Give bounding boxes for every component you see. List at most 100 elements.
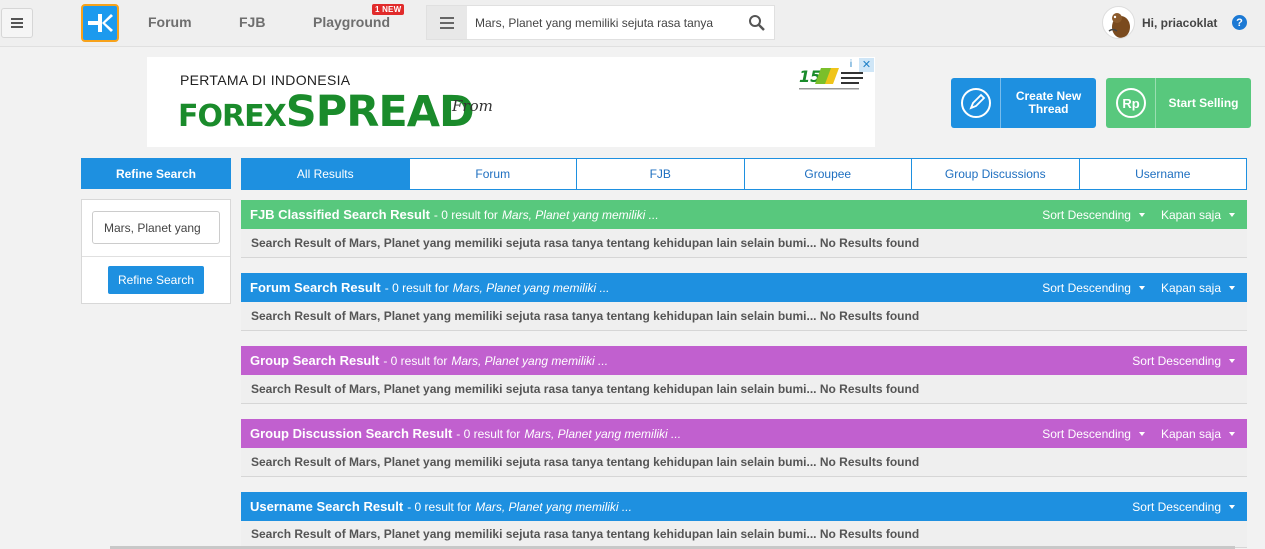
result-title[interactable]: Forum Search Result <box>250 280 381 295</box>
ad-title: FOREXSPREAD <box>178 87 475 137</box>
caret-down-icon <box>1138 212 1145 217</box>
result-count: - 0 result for <box>383 353 448 368</box>
result-title[interactable]: Group Discussion Search Result <box>250 426 452 441</box>
forum-result-section: Forum Search Result - 0 result for Mars,… <box>241 273 1247 331</box>
search-category-button[interactable] <box>427 6 467 39</box>
refine-search-input[interactable] <box>92 211 220 244</box>
result-body: Search Result of Mars, Planet yang memil… <box>241 375 1247 404</box>
rupiah-icon-cell: Rp <box>1106 78 1156 128</box>
search-icon[interactable] <box>748 14 766 32</box>
result-header: Forum Search Result - 0 result for Mars,… <box>241 273 1247 302</box>
create-thread-label: Create New Thread <box>1015 89 1082 116</box>
tab-username[interactable]: Username <box>1079 158 1247 190</box>
result-count: - 0 result for <box>456 426 521 441</box>
list-icon <box>440 16 454 29</box>
tab-all-results[interactable]: All Results <box>241 158 410 190</box>
sort-dropdown[interactable]: Sort Descending <box>1132 354 1235 368</box>
tab-group-discussions[interactable]: Group Discussions <box>912 158 1080 190</box>
result-body: Search Result of Mars, Planet yang memil… <box>241 302 1247 331</box>
start-selling-button[interactable]: Rp Start Selling <box>1106 78 1251 128</box>
avatar-image-icon <box>1108 13 1130 38</box>
result-query: Mars, Planet yang memiliki ... <box>451 353 609 368</box>
sort-controls: Sort Descending Kapan saja <box>1042 273 1235 302</box>
tab-fjb[interactable]: FJB <box>577 158 745 190</box>
sort-dropdown[interactable]: Sort Descending <box>1042 208 1145 222</box>
create-new-thread-button[interactable]: Create New Thread <box>951 78 1096 128</box>
sort-controls: Sort Descending Kapan saja <box>1042 419 1235 448</box>
result-count: - 0 result for <box>433 207 498 222</box>
new-badge: 1 NEW <box>372 4 405 15</box>
result-header: Username Search Result - 0 result for Ma… <box>241 492 1247 521</box>
rupiah-icon-text: Rp <box>1122 96 1139 111</box>
k-logo-icon <box>88 14 113 32</box>
pencil-icon-cell <box>951 78 1001 128</box>
nav-fjb-link[interactable]: FJB <box>239 14 265 30</box>
start-selling-label: Start Selling <box>1168 95 1239 110</box>
user-greeting[interactable]: Hi, priacoklat <box>1142 16 1217 30</box>
ad-close-icon[interactable]: ✕ <box>859 58 874 72</box>
ad-from-text: From <box>452 97 493 115</box>
help-icon[interactable]: ? <box>1232 15 1247 30</box>
rupiah-icon: Rp <box>1115 88 1146 118</box>
sort-label: Sort Descending <box>1042 280 1131 295</box>
result-count: - 0 result for <box>384 280 449 295</box>
refine-search-header: Refine Search <box>81 158 231 189</box>
time-label: Kapan saja <box>1160 207 1221 222</box>
sort-controls: Sort Descending <box>1132 346 1235 375</box>
sort-controls: Sort Descending <box>1132 492 1235 521</box>
top-navbar: Forum FJB Playground 1 NEW Hi, priacokla… <box>0 0 1265 47</box>
ad-info-icon[interactable]: i <box>844 58 858 72</box>
result-query: Mars, Planet yang memiliki ... <box>524 426 682 441</box>
sort-label: Sort Descending <box>1132 353 1221 368</box>
result-title[interactable]: Username Search Result <box>250 499 403 514</box>
sort-label: Sort Descending <box>1132 499 1221 514</box>
advertisement-banner[interactable]: PERTAMA DI INDONESIA FOREXSPREAD From 15… <box>147 57 875 147</box>
result-count: - 0 result for <box>407 499 472 514</box>
divider <box>82 256 230 257</box>
sort-controls: Sort Descending Kapan saja <box>1042 200 1235 229</box>
caret-down-icon <box>1229 285 1235 290</box>
result-title[interactable]: FJB Classified Search Result <box>250 207 430 222</box>
caret-down-icon <box>1138 431 1145 436</box>
result-body: Search Result of Mars, Planet yang memil… <box>241 521 1247 548</box>
result-body: Search Result of Mars, Planet yang memil… <box>241 229 1247 258</box>
refine-search-button[interactable]: Refine Search <box>108 266 204 294</box>
ad-headline: PERTAMA DI INDONESIA <box>180 72 351 88</box>
tab-groupee[interactable]: Groupee <box>744 158 912 190</box>
result-body: Search Result of Mars, Planet yang memil… <box>241 448 1247 477</box>
user-avatar[interactable] <box>1102 6 1135 39</box>
ad-title-spread: SPREAD <box>285 87 475 137</box>
sort-label: Sort Descending <box>1042 426 1131 441</box>
caret-down-icon <box>1229 504 1235 509</box>
result-query: Mars, Planet yang memiliki ... <box>475 499 632 514</box>
hamburger-menu-button[interactable] <box>1 8 33 38</box>
time-label: Kapan saja <box>1160 280 1221 295</box>
time-dropdown[interactable]: Kapan saja <box>1161 427 1235 441</box>
result-tabs: All Results Forum FJB Groupee Group Disc… <box>241 158 1247 190</box>
username-result-section: Username Search Result - 0 result for Ma… <box>241 492 1247 548</box>
time-dropdown[interactable]: Kapan saja <box>1161 281 1235 295</box>
pencil-icon <box>960 88 991 118</box>
caret-down-icon <box>1229 358 1235 363</box>
group-discussion-result-section: Group Discussion Search Result - 0 resul… <box>241 419 1247 477</box>
sort-label: Sort Descending <box>1042 207 1131 222</box>
time-dropdown[interactable]: Kapan saja <box>1161 208 1235 222</box>
ad-title-forex: FOREX <box>178 99 287 134</box>
result-title[interactable]: Group Search Result <box>250 353 379 368</box>
sort-dropdown[interactable]: Sort Descending <box>1132 500 1235 514</box>
hamburger-icon <box>11 18 23 28</box>
tab-forum[interactable]: Forum <box>409 158 577 190</box>
kaskus-logo[interactable] <box>81 4 119 42</box>
sort-dropdown[interactable]: Sort Descending <box>1042 281 1145 295</box>
result-header: Group Discussion Search Result - 0 resul… <box>241 419 1247 448</box>
sort-dropdown[interactable]: Sort Descending <box>1042 427 1145 441</box>
result-query: Mars, Planet yang memiliki ... <box>501 207 659 222</box>
time-label: Kapan saja <box>1160 426 1221 441</box>
caret-down-icon <box>1229 212 1235 217</box>
search-bar <box>426 5 775 40</box>
search-input[interactable] <box>475 6 725 39</box>
nav-playground-link[interactable]: Playground <box>313 14 390 30</box>
nav-forum-link[interactable]: Forum <box>148 14 192 30</box>
result-query: Mars, Planet yang memiliki ... <box>452 280 610 295</box>
caret-down-icon <box>1229 431 1235 436</box>
